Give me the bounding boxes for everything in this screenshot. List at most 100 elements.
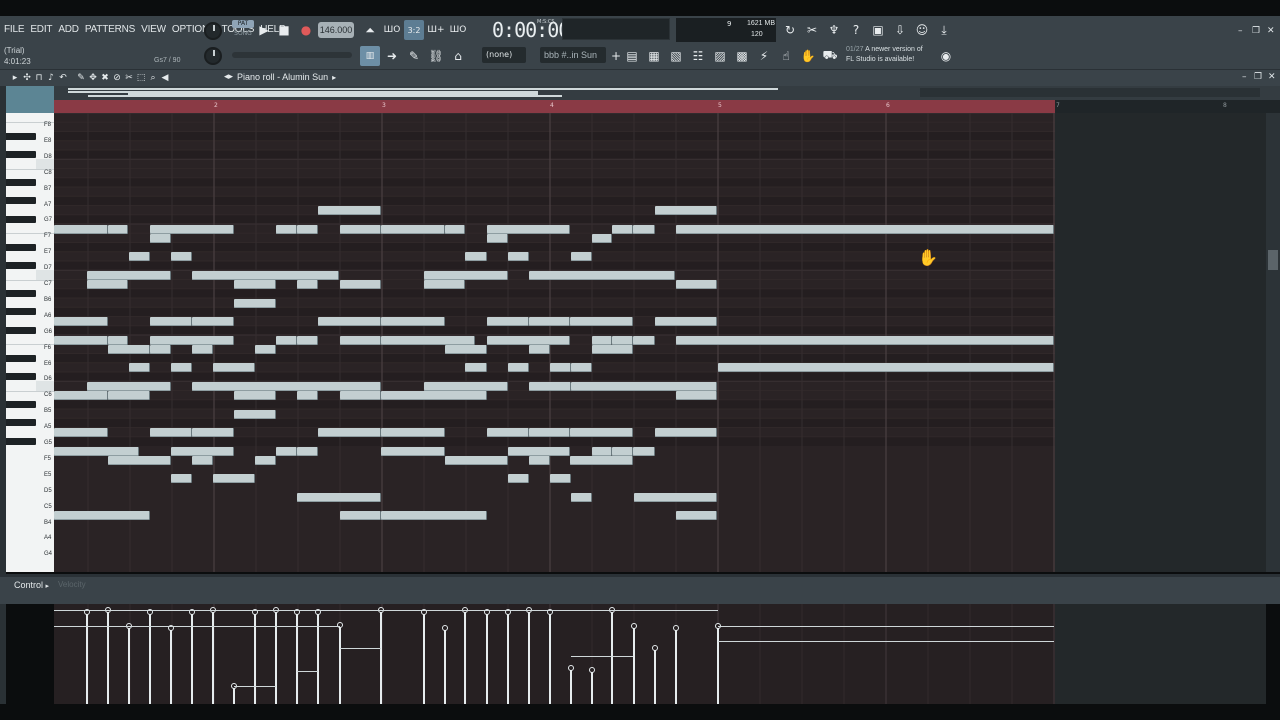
paint-tool-icon[interactable]: ✥ (88, 72, 98, 84)
note[interactable] (655, 206, 717, 215)
note[interactable] (381, 428, 445, 437)
black-key[interactable] (6, 308, 36, 316)
note[interactable] (108, 455, 171, 465)
note[interactable] (424, 381, 508, 391)
zoom-tool-icon[interactable]: ⌕ (148, 72, 158, 84)
note[interactable] (87, 270, 171, 280)
note[interactable] (108, 344, 150, 354)
note[interactable] (192, 270, 339, 280)
velocity-stem[interactable] (633, 626, 635, 704)
note[interactable] (54, 391, 108, 400)
black-key[interactable] (6, 289, 36, 297)
velocity-handle[interactable] (652, 645, 658, 651)
magnet-icon[interactable]: ✣ (22, 72, 32, 84)
note[interactable] (255, 344, 276, 354)
velocity-stem[interactable] (570, 668, 572, 704)
note[interactable] (655, 317, 717, 326)
note[interactable] (676, 511, 717, 521)
velocity-stem[interactable] (464, 610, 466, 704)
mute-tool-icon[interactable]: ⊘ (112, 72, 122, 84)
note[interactable] (550, 363, 571, 373)
velocity-stem[interactable] (444, 628, 446, 704)
velocity-stem[interactable] (107, 610, 109, 704)
stamp-button[interactable]: ⌂ (448, 46, 468, 66)
loop-region[interactable] (54, 100, 1055, 113)
note[interactable] (445, 344, 487, 354)
note[interactable] (318, 206, 381, 215)
note[interactable] (234, 409, 276, 419)
note[interactable] (381, 317, 445, 326)
velocity-stem[interactable] (170, 628, 172, 704)
note[interactable] (276, 224, 297, 234)
note[interactable] (508, 474, 529, 484)
note[interactable] (508, 252, 529, 262)
note[interactable] (633, 335, 655, 345)
note[interactable] (340, 280, 381, 289)
note[interactable] (529, 317, 570, 326)
note[interactable] (676, 224, 1054, 234)
note[interactable] (676, 391, 717, 400)
note[interactable] (255, 455, 276, 465)
pr-minimize-button[interactable]: – (1242, 72, 1247, 82)
slice-tool-icon[interactable]: ✂ (124, 72, 134, 84)
note[interactable] (87, 280, 128, 289)
note[interactable] (634, 492, 717, 502)
note[interactable] (612, 224, 633, 234)
note[interactable] (150, 317, 192, 326)
note[interactable] (676, 335, 1054, 345)
horizontal-scrollbar[interactable] (920, 88, 1260, 97)
wait-input-button[interactable]: ШO (382, 20, 402, 40)
pr-restore-button[interactable]: ❐ (1254, 72, 1262, 82)
velocity-stem[interactable] (423, 612, 425, 704)
select-tool-icon[interactable]: ⬚ (136, 72, 146, 84)
master-volume-knob[interactable] (204, 22, 222, 40)
velocity-stem[interactable] (507, 612, 509, 704)
note[interactable] (276, 446, 297, 456)
velocity-stem[interactable] (591, 670, 593, 704)
black-key[interactable] (6, 419, 36, 427)
note[interactable] (318, 317, 381, 326)
velocity-stem[interactable] (528, 610, 530, 704)
velocity-stem[interactable] (212, 610, 214, 704)
note[interactable] (87, 381, 171, 391)
channel-selector[interactable]: (none) (482, 47, 526, 63)
play-button[interactable]: ▶ (254, 20, 274, 40)
note[interactable] (612, 335, 633, 345)
note[interactable] (171, 363, 192, 373)
note[interactable] (633, 224, 655, 234)
piano-roll-button[interactable]: ▧ (666, 46, 686, 66)
note[interactable] (465, 252, 487, 262)
note[interactable] (340, 335, 381, 345)
velocity-handle[interactable] (589, 667, 595, 673)
velocity-stem[interactable] (486, 612, 488, 704)
note[interactable] (340, 224, 381, 234)
note[interactable] (129, 363, 150, 373)
note[interactable] (297, 492, 381, 502)
vertical-scrollbar[interactable] (1266, 113, 1280, 572)
note[interactable] (571, 363, 592, 373)
export-button[interactable]: ⇩ (890, 20, 910, 40)
restore-button[interactable]: ❐ (1252, 26, 1260, 36)
velocity-handle[interactable] (673, 625, 679, 631)
velocity-stem[interactable] (611, 610, 613, 704)
note[interactable] (340, 511, 381, 521)
note[interactable] (487, 317, 529, 326)
velocity-handle[interactable] (631, 623, 637, 629)
channel-rack-button[interactable]: ▨ (710, 46, 730, 66)
note[interactable] (54, 446, 139, 456)
minimize-button[interactable]: – (1238, 26, 1243, 36)
black-key[interactable] (6, 354, 36, 362)
note[interactable] (529, 270, 675, 280)
note[interactable] (192, 455, 213, 465)
note[interactable] (276, 335, 297, 345)
note[interactable] (592, 233, 612, 243)
note[interactable] (718, 363, 1054, 373)
note[interactable] (633, 446, 655, 456)
note[interactable] (381, 224, 445, 234)
velocity-stem[interactable] (380, 610, 382, 704)
note[interactable] (171, 252, 192, 262)
loop-icon[interactable]: ↶ (58, 72, 68, 84)
step-seq-button[interactable]: ▦ (644, 46, 664, 66)
black-key[interactable] (6, 437, 36, 445)
note[interactable] (465, 363, 487, 373)
